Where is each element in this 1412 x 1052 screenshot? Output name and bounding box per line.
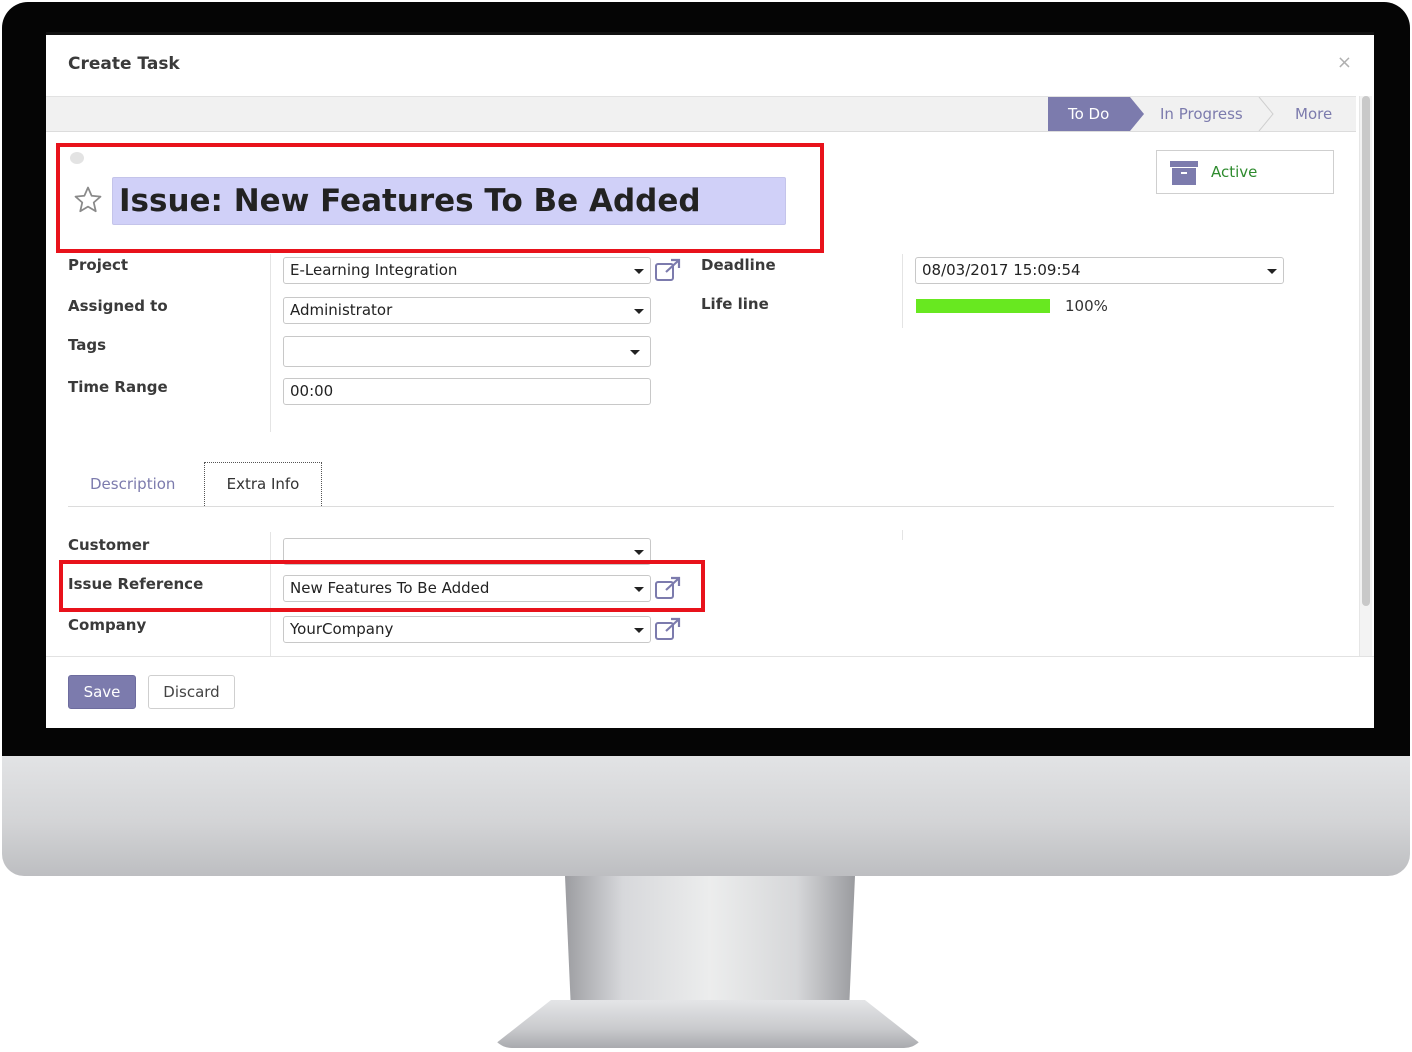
- project-select[interactable]: E-Learning Integration: [283, 257, 651, 284]
- chevron-down-icon: [634, 628, 644, 633]
- deadline-value: 08/03/2017 15:09:54: [922, 261, 1081, 279]
- project-value: E-Learning Integration: [290, 261, 458, 279]
- star-icon[interactable]: [72, 185, 104, 215]
- monitor-stand-base: [490, 1000, 926, 1048]
- tab-description[interactable]: Description: [90, 475, 175, 493]
- screen-top-edge: [46, 32, 1374, 35]
- chevron-down-icon: [630, 350, 640, 355]
- stage-separator-icon: [1258, 97, 1274, 131]
- chevron-down-icon: [634, 309, 644, 314]
- time-range-input[interactable]: 00:00: [283, 378, 651, 405]
- stage-more[interactable]: More: [1295, 97, 1332, 131]
- chevron-down-icon: [634, 587, 644, 592]
- life-line-progress-fill: [916, 299, 1050, 313]
- time-range-label: Time Range: [68, 378, 168, 396]
- scrollbar[interactable]: [1359, 96, 1372, 656]
- chevron-down-icon: [634, 550, 644, 555]
- external-link-icon[interactable]: [654, 576, 682, 600]
- company-value: YourCompany: [290, 620, 394, 638]
- customer-select[interactable]: [283, 538, 651, 565]
- life-line-progress-bar: [916, 299, 1050, 313]
- customer-label: Customer: [68, 536, 150, 554]
- monitor-stand-neck: [565, 876, 855, 1006]
- stage-in-progress[interactable]: In Progress: [1160, 97, 1243, 131]
- archive-box-icon: [1170, 161, 1198, 185]
- company-label: Company: [68, 616, 147, 634]
- tags-select[interactable]: [283, 336, 651, 367]
- scrollbar-thumb[interactable]: [1362, 96, 1370, 606]
- close-icon[interactable]: ×: [1337, 52, 1352, 73]
- assigned-to-select[interactable]: Administrator: [283, 297, 651, 324]
- life-line-label: Life line: [701, 295, 769, 313]
- discard-button[interactable]: Discard: [148, 675, 235, 709]
- dialog-title: Create Task: [68, 54, 180, 74]
- monitor-chin: [2, 756, 1410, 876]
- label-separator: [902, 254, 903, 328]
- chevron-down-icon: [1267, 269, 1277, 274]
- deadline-datetime-input[interactable]: 08/03/2017 15:09:54: [915, 257, 1284, 284]
- time-range-value: 00:00: [290, 382, 334, 400]
- save-button[interactable]: Save: [68, 675, 136, 709]
- screen: Create Task × To Do In Progress More Iss…: [46, 32, 1374, 728]
- active-label: Active: [1211, 163, 1258, 181]
- issue-reference-value: New Features To Be Added: [290, 579, 490, 597]
- stage-to-do[interactable]: To Do: [1048, 97, 1144, 131]
- deadline-label: Deadline: [701, 256, 776, 274]
- tabs-divider: [68, 506, 1334, 507]
- external-link-icon[interactable]: [654, 617, 682, 641]
- issue-reference-select[interactable]: New Features To Be Added: [283, 575, 651, 602]
- label-separator: [270, 254, 271, 432]
- active-toggle-button[interactable]: Active: [1156, 150, 1334, 194]
- company-select[interactable]: YourCompany: [283, 616, 651, 643]
- column-separator: [902, 530, 903, 540]
- tab-extra-info[interactable]: Extra Info: [204, 462, 322, 506]
- footer-divider: [46, 656, 1374, 657]
- life-line-percent: 100%: [1065, 297, 1108, 315]
- external-link-icon[interactable]: [654, 258, 682, 282]
- priority-dot: [70, 152, 84, 164]
- project-label: Project: [68, 256, 129, 274]
- label-separator: [270, 532, 271, 656]
- assigned-to-value: Administrator: [290, 301, 393, 319]
- assigned-to-label: Assigned to: [68, 297, 168, 315]
- stage-statusbar: To Do In Progress More: [46, 96, 1356, 132]
- task-title-input[interactable]: Issue: New Features To Be Added: [112, 177, 786, 225]
- tags-label: Tags: [68, 336, 107, 354]
- issue-reference-label: Issue Reference: [68, 575, 204, 593]
- chevron-down-icon: [634, 269, 644, 274]
